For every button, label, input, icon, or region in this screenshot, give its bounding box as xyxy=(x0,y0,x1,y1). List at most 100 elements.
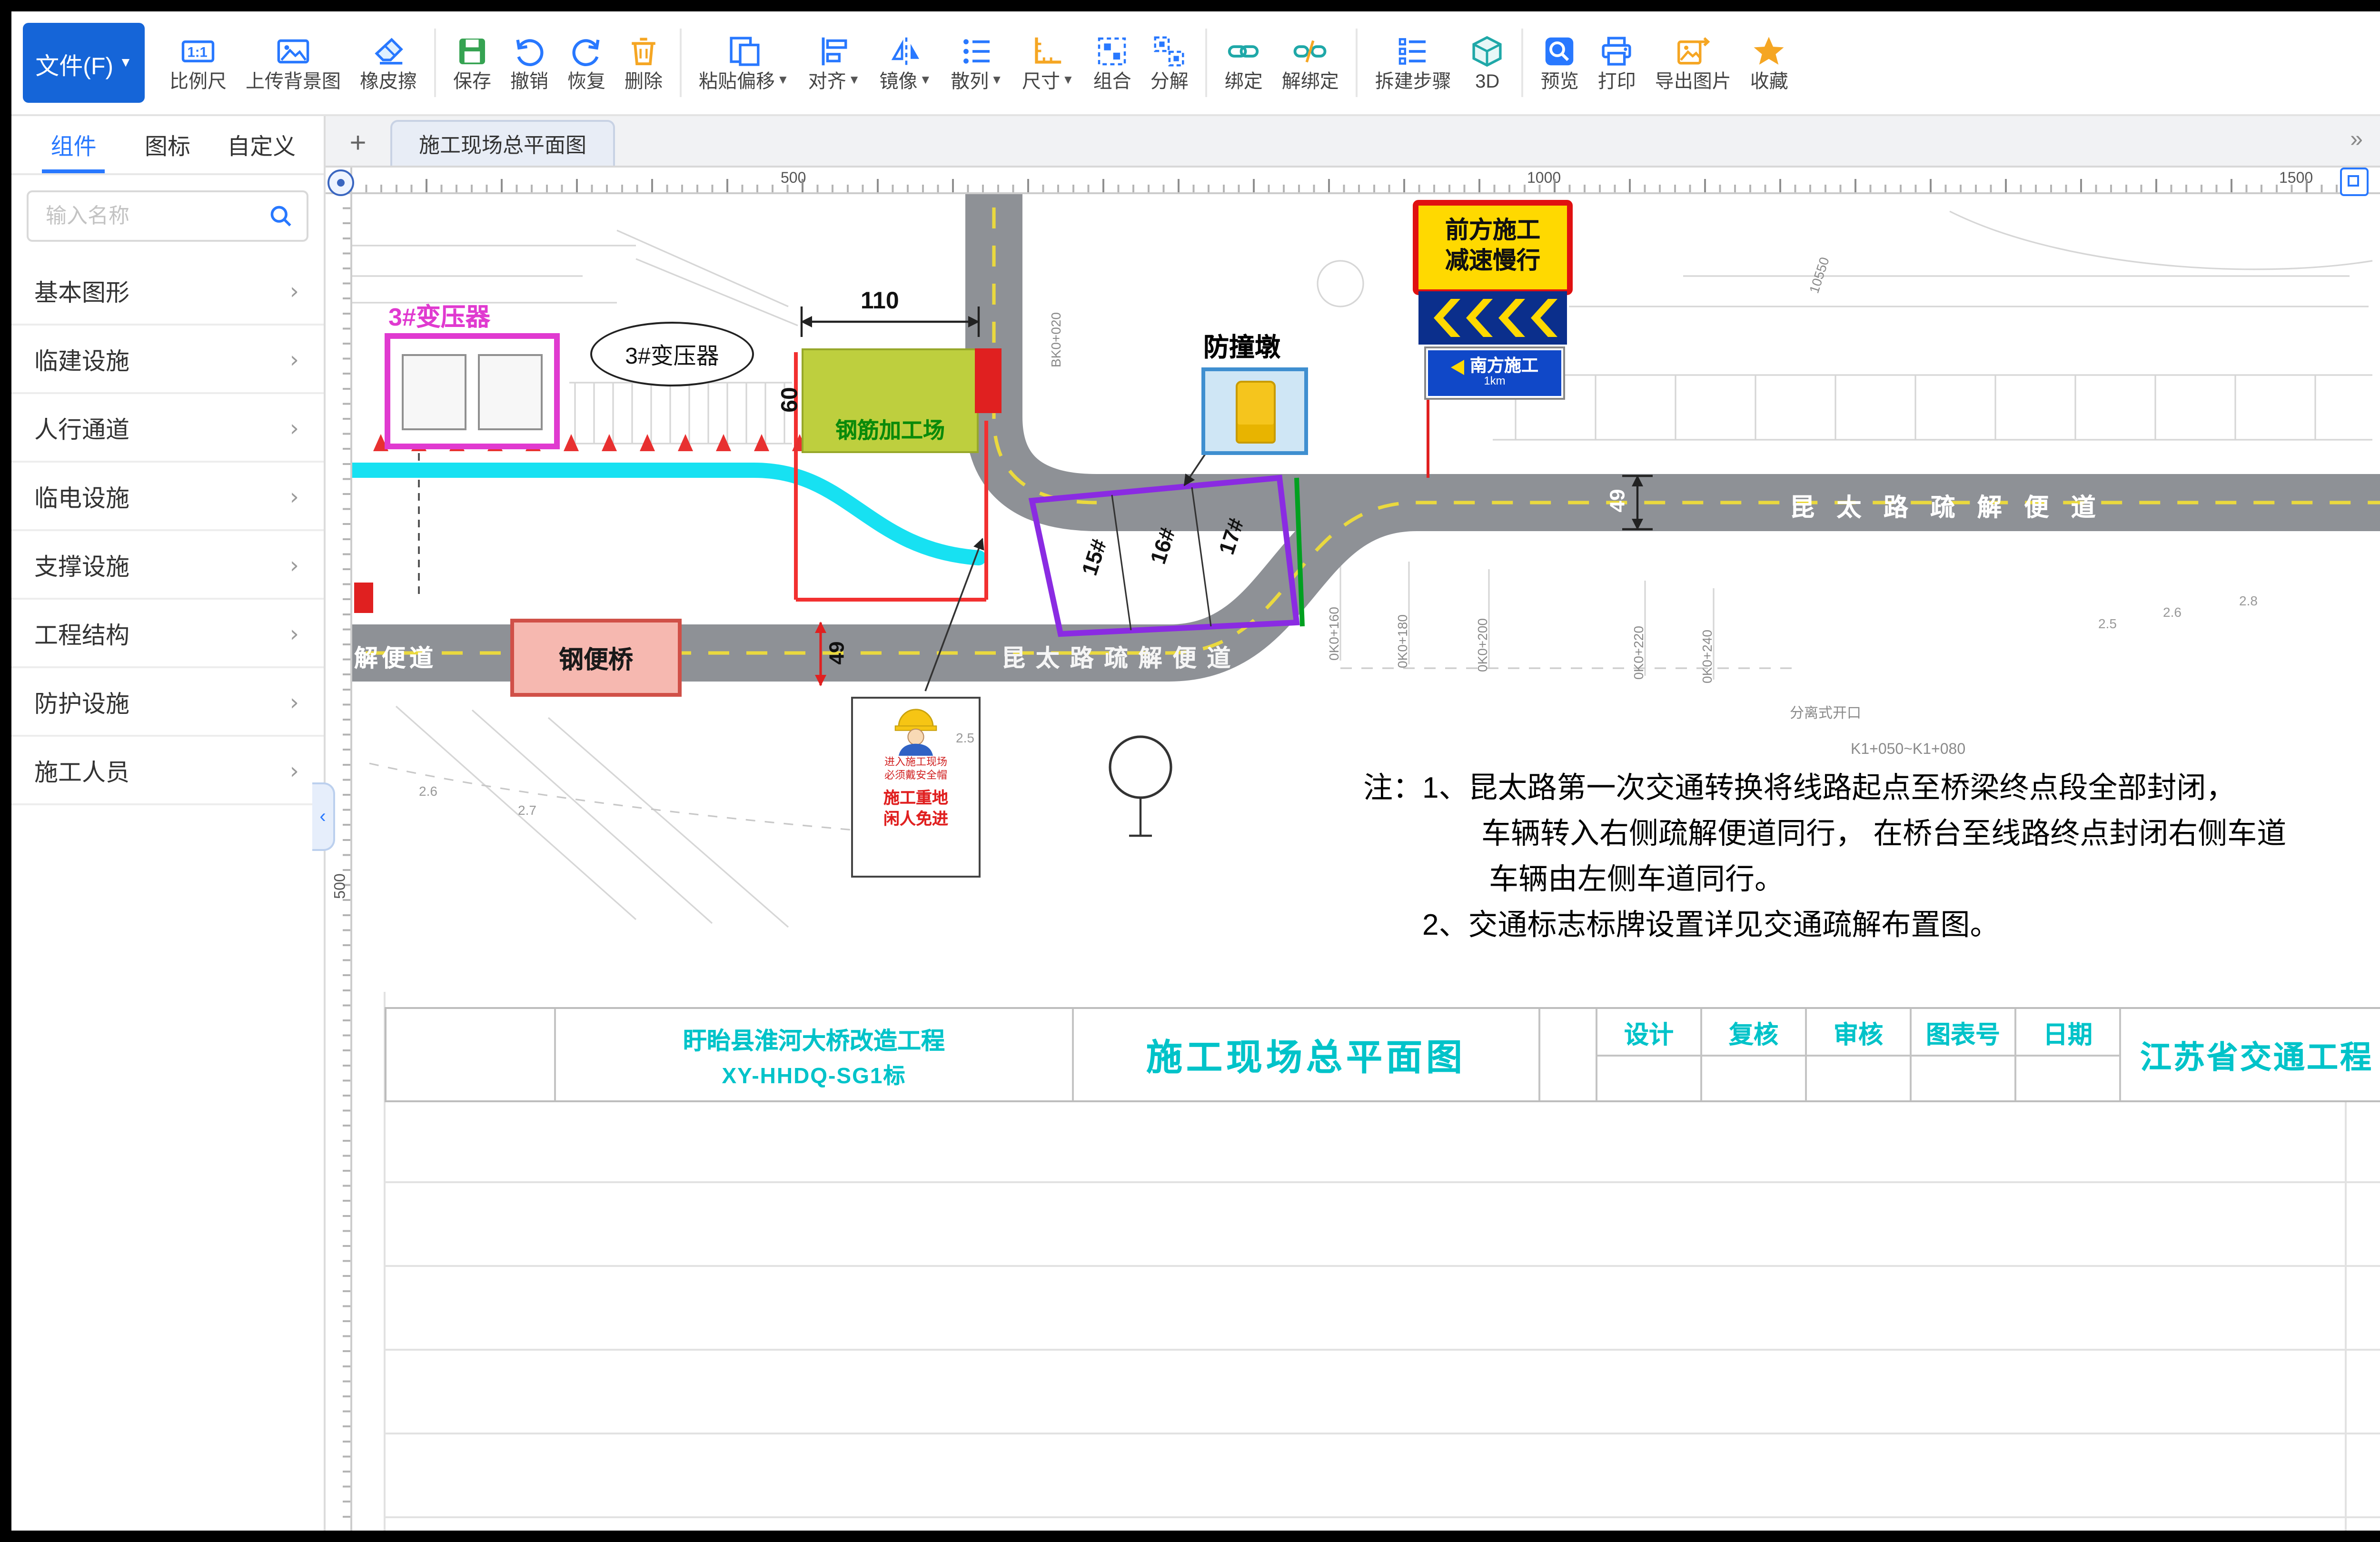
search-icon[interactable] xyxy=(268,204,293,228)
chainage-label: BK0+020 xyxy=(1051,312,1064,367)
cube-icon xyxy=(1470,33,1505,69)
toolbar-label: 镜像 xyxy=(880,73,918,92)
toolbar-button-build-steps[interactable]: 拆建步骤 xyxy=(1366,11,1461,114)
sidebar-item-protection[interactable]: 防护设施› xyxy=(11,668,324,737)
sidebar-item-basic-shapes[interactable]: 基本图形› xyxy=(11,257,324,326)
upload-image-icon xyxy=(276,33,310,69)
toolbar-button-bind[interactable]: 绑定 xyxy=(1215,11,1272,114)
toolbar-button-eraser[interactable]: 橡皮擦 xyxy=(350,11,426,114)
road-label-lower: 昆 太 路 疏 解 便 道 xyxy=(1002,638,1232,674)
anti-collision-label[interactable]: 防撞墩 xyxy=(1203,326,1280,364)
toolbar-button-scatter[interactable]: 散列▼ xyxy=(941,11,1012,114)
worker-icon xyxy=(885,704,946,756)
toolbar-button-print[interactable]: 打印 xyxy=(1588,11,1646,114)
drawing-notes[interactable]: 注：1、昆太路第一次交通转换将线路起点至桥梁终点段全部封闭， 车辆转入右侧疏解便… xyxy=(1363,767,2286,950)
transformer-ellipse-label[interactable]: 3#变压器 xyxy=(590,322,754,386)
chevron-right-icon: › xyxy=(290,551,299,578)
sidebar-item-temp-power[interactable]: 临电设施› xyxy=(11,463,324,531)
mirror-icon xyxy=(888,33,922,69)
rebar-yard-area[interactable]: 钢筋加工场 xyxy=(802,348,979,453)
category-label: 防护设施 xyxy=(34,683,129,720)
list-icon xyxy=(960,33,994,69)
category-label: 人行通道 xyxy=(34,409,129,445)
toolbar-label: 尺寸 xyxy=(1022,73,1060,92)
transformer-box[interactable] xyxy=(385,333,560,449)
toolbar-separator xyxy=(680,29,682,97)
sidebar-item-support[interactable]: 支撑设施 › xyxy=(11,531,324,600)
toolbar-button-preview[interactable]: 预览 xyxy=(1531,11,1588,114)
sidebar-tab-components[interactable]: 组件 xyxy=(27,116,120,173)
toolbar-button-scale[interactable]: 1:1 比例尺 xyxy=(160,11,236,114)
sidebar-collapse-handle[interactable]: ‹ xyxy=(312,782,335,851)
group-icon xyxy=(1095,33,1130,69)
dimension-49-lower: 49 xyxy=(827,642,850,665)
sidebar-tab-icons[interactable]: 图标 xyxy=(120,116,214,173)
toolbar-label: 撤销 xyxy=(510,73,548,92)
steel-bridge[interactable]: 钢便桥 xyxy=(510,619,682,697)
category-label: 施工人员 xyxy=(34,752,129,788)
new-tab-button[interactable]: + xyxy=(341,122,375,164)
toolbar-button-size[interactable]: 尺寸▼ xyxy=(1012,11,1084,114)
dimension-49-upper: 49 xyxy=(1607,489,1630,513)
sidebar-item-pedestrian[interactable]: 人行通道 › xyxy=(11,394,324,463)
toolbar-label: 比例尺 xyxy=(169,73,227,92)
toolbar-button-redo[interactable]: 恢复 xyxy=(558,11,615,114)
construction-ahead-sign[interactable]: 前方施工 减速慢行 xyxy=(1413,200,1573,295)
toolbar-label: 删除 xyxy=(625,73,663,92)
chevron-direction-sign[interactable] xyxy=(1418,291,1567,345)
horizontal-ruler: 500 1000 1500 xyxy=(350,168,2380,194)
toolbar-button-undo[interactable]: 撤销 xyxy=(501,11,558,114)
vertical-ruler: 500 xyxy=(326,192,352,1531)
toolbar-button-upload-background[interactable]: 上传背景图 xyxy=(236,11,350,114)
project-name: 盱眙县淮河大桥改造工程 xyxy=(683,1019,945,1056)
ruler-number: 1500 xyxy=(2279,169,2313,187)
toolbar-button-mirror[interactable]: 镜像▼ xyxy=(870,11,942,114)
sign-line: 减速慢行 xyxy=(1445,247,1540,277)
toolbar-label: 组合 xyxy=(1093,73,1131,92)
toolbar-label: 预览 xyxy=(1541,73,1579,92)
file-menu-button[interactable]: 文件(F) ▼ xyxy=(23,23,145,103)
toolbar-button-group[interactable]: 组合 xyxy=(1084,11,1141,114)
chevron-right-icon: › xyxy=(290,414,299,441)
sidebar-item-temp-facilities[interactable]: 临建设施› xyxy=(11,326,324,394)
site-plan-canvas[interactable]: 解便道 昆 太 路 疏 解 便 道 昆 太 路 疏 解 便 道 3#变压器 3#… xyxy=(350,192,2380,1531)
dimension-ruler-icon xyxy=(1031,33,1065,69)
locate-origin-button[interactable] xyxy=(327,169,354,196)
undo-icon xyxy=(512,33,546,69)
toolbar-label: 恢复 xyxy=(567,73,605,92)
fit-screen-button[interactable] xyxy=(2340,168,2369,196)
toolbar-label: 3D xyxy=(1475,73,1499,92)
document-tab[interactable]: 施工现场总平面图 xyxy=(390,120,615,166)
app-window: 文件(F) ▼ 1:1 比例尺 上传背景图 橡皮擦 保存 撤销 恢复 xyxy=(0,0,2380,1542)
search-input[interactable] xyxy=(42,203,261,229)
toolbar-button-save[interactable]: 保存 xyxy=(444,11,501,114)
tab-overflow-button[interactable]: » xyxy=(2350,126,2363,152)
toolbar-button-favorite[interactable]: 收藏 xyxy=(1741,11,1798,114)
toolbar-label: 对齐 xyxy=(808,73,846,92)
anti-collision-pier[interactable] xyxy=(1201,367,1308,455)
sidebar-tab-custom[interactable]: 自定义 xyxy=(215,116,308,173)
toolbar-button-paste-offset[interactable]: 粘贴偏移▼ xyxy=(689,11,799,114)
toolbar-button-delete[interactable]: 删除 xyxy=(615,11,672,114)
title-block-drawing-title: 施工现场总平面图 xyxy=(1072,1009,1538,1100)
title-block[interactable]: 盱眙县淮河大桥改造工程 XY-HHDQ-SG1标 施工现场总平面图 设计 复核 … xyxy=(385,1007,2380,1102)
toolbar-button-unbind[interactable]: 解绑定 xyxy=(1272,11,1349,114)
category-label: 支撑设施 xyxy=(34,546,129,583)
sidebar-item-structure[interactable]: 工程结构› xyxy=(11,600,324,668)
eraser-icon xyxy=(371,33,406,69)
chainage-label: 0K0+160 xyxy=(1329,607,1342,661)
toolbar-button-export-image[interactable]: 导出图片 xyxy=(1646,11,1741,114)
worker-safety-sign[interactable]: 进入施工现场必须戴安全帽 施工重地闲人免进 xyxy=(851,697,981,878)
toolbar-button-align[interactable]: 对齐▼ xyxy=(799,11,870,114)
toolbar-button-ungroup[interactable]: 分解 xyxy=(1141,11,1198,114)
south-construction-sign[interactable]: 南方施工 1km xyxy=(1426,348,1563,398)
title-block-project: 盱眙县淮河大桥改造工程 XY-HHDQ-SG1标 xyxy=(554,1009,1072,1100)
red-banner-sign[interactable] xyxy=(975,348,1002,413)
file-menu-label: 文件(F) xyxy=(35,45,113,81)
toolbar-button-3d[interactable]: 3D xyxy=(1461,11,1514,114)
paste-offset-icon xyxy=(727,33,761,69)
sidebar-item-workers[interactable]: 施工人员 › xyxy=(11,737,324,805)
chevron-right-icon: › xyxy=(290,757,299,783)
transformer-text-label[interactable]: 3#变压器 xyxy=(388,297,490,333)
align-icon xyxy=(817,33,852,69)
